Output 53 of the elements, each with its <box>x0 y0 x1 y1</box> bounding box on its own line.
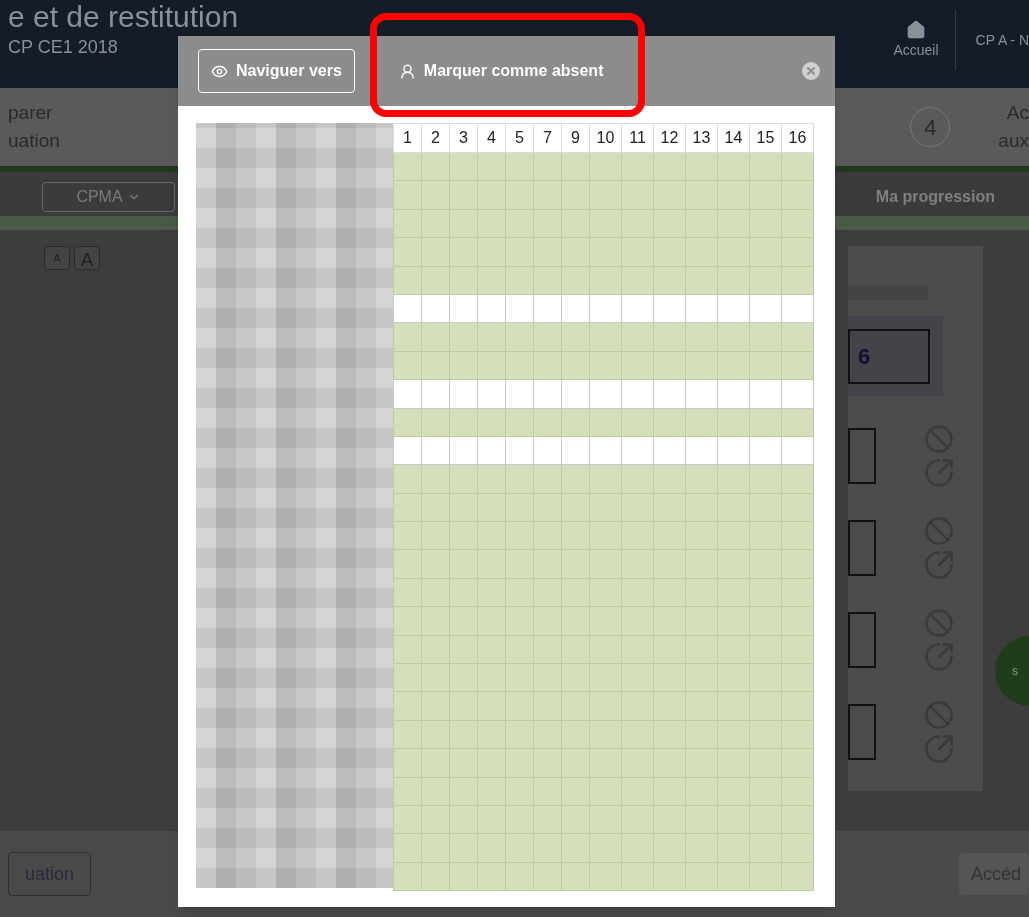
grid-row[interactable] <box>393 748 814 778</box>
grid-row[interactable] <box>393 691 814 721</box>
grid-row[interactable] <box>393 833 814 863</box>
column-header: 14 <box>717 123 750 153</box>
home-icon <box>906 19 926 40</box>
grid-row[interactable] <box>393 720 814 749</box>
answer-box <box>848 704 876 760</box>
grid-row[interactable] <box>393 152 814 181</box>
grid-row[interactable] <box>393 606 814 636</box>
person-icon <box>398 62 416 80</box>
progress-tab[interactable]: Ma progression <box>875 185 995 209</box>
page-title: e et de restitution <box>8 0 239 34</box>
answer-box <box>848 428 876 484</box>
navigate-button[interactable]: Naviguer vers <box>198 49 355 93</box>
grid-row[interactable] <box>393 635 814 664</box>
column-header: 4 <box>477 123 506 153</box>
mark-absent-button[interactable]: Marquer comme absent <box>386 49 616 93</box>
grid-row[interactable] <box>393 209 814 238</box>
column-header: 10 <box>589 123 622 153</box>
grid-row[interactable] <box>393 322 814 352</box>
column-header: 3 <box>449 123 478 153</box>
column-header: 5 <box>505 123 534 153</box>
class-link[interactable]: CP A - N <box>954 10 1029 70</box>
grid-row[interactable] <box>393 493 814 522</box>
answer-box <box>848 520 876 576</box>
close-icon[interactable] <box>799 59 823 83</box>
grid-row[interactable] <box>393 408 814 437</box>
column-header: 11 <box>621 123 654 153</box>
grid-row[interactable] <box>393 805 814 834</box>
grid-row[interactable] <box>393 549 814 579</box>
home-link[interactable]: Accueil <box>877 19 955 61</box>
column-header: 9 <box>561 123 590 153</box>
column-header: 1 <box>393 123 422 153</box>
column-header: 15 <box>749 123 782 153</box>
grid-row[interactable] <box>393 351 814 380</box>
column-header: 13 <box>685 123 718 153</box>
grid-row[interactable] <box>393 663 814 692</box>
column-header: 7 <box>533 123 562 153</box>
answer-box <box>848 612 876 668</box>
column-header: 16 <box>781 123 814 153</box>
grid-row[interactable] <box>393 266 814 295</box>
class-dropdown[interactable]: CPMA <box>42 182 175 212</box>
grid-row[interactable] <box>393 237 814 267</box>
grid-row[interactable] <box>393 578 814 607</box>
grid-row[interactable] <box>393 464 814 494</box>
round-button[interactable]: s <box>995 636 1029 706</box>
column-header: 12 <box>653 123 686 153</box>
grid-row[interactable] <box>393 521 814 550</box>
grid-row[interactable] <box>393 862 814 891</box>
grid-row[interactable] <box>393 180 814 210</box>
column-header: 2 <box>421 123 450 153</box>
grid-row[interactable] <box>393 777 814 806</box>
page-subtitle: CP CE1 2018 <box>8 36 119 59</box>
